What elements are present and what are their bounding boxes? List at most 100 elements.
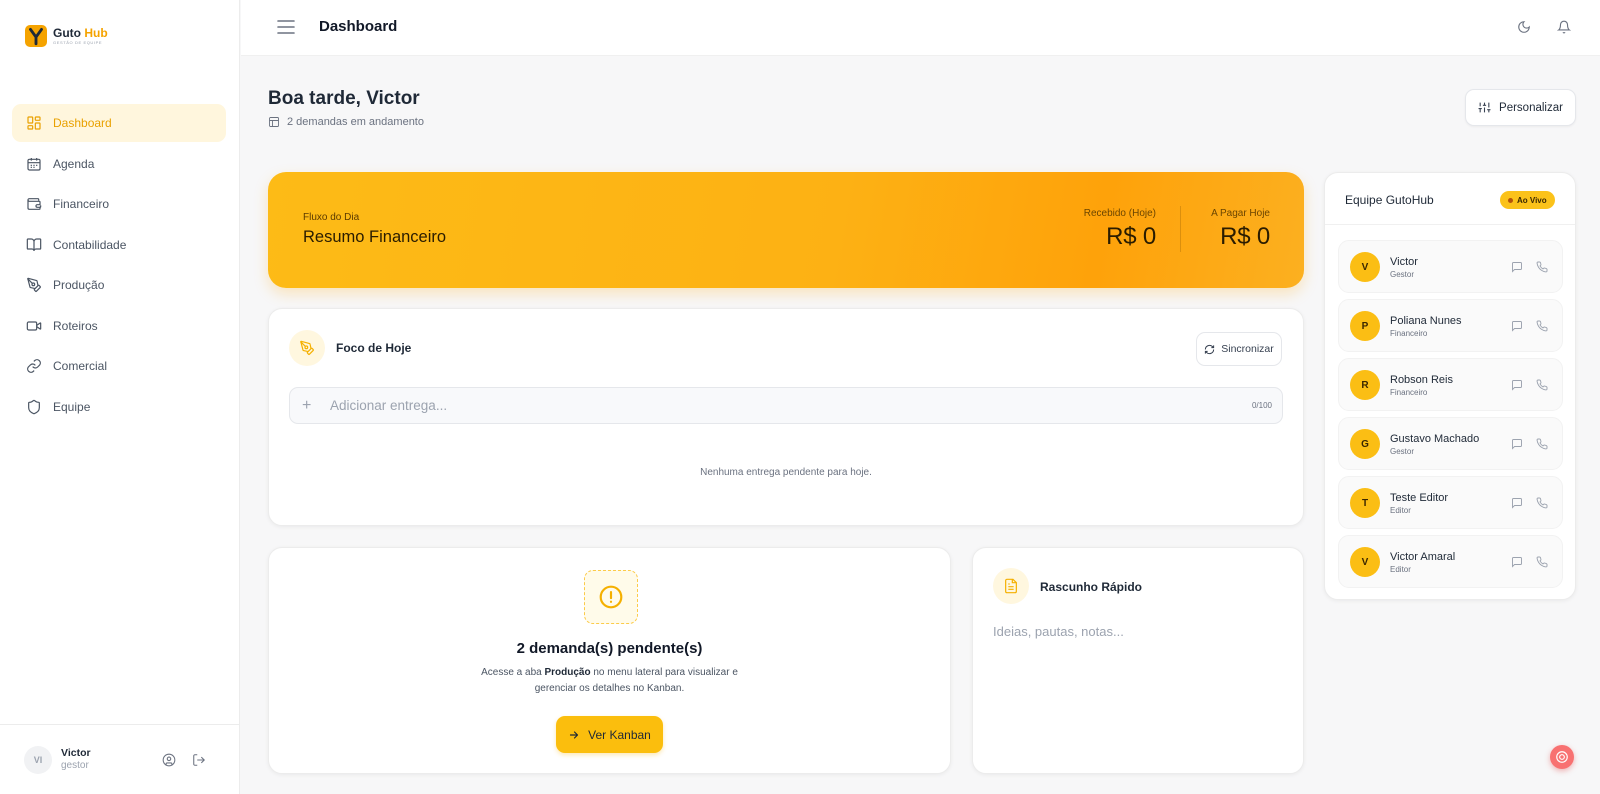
pending-text-bold: Produção	[544, 667, 591, 678]
calendar-icon	[26, 156, 42, 172]
plus-icon: +	[302, 396, 312, 414]
member-name: Gustavo Machado	[1390, 433, 1480, 445]
draft-title: Rascunho Rápido	[1040, 580, 1143, 594]
sidebar-nav: Dashboard Agenda Financeiro Contabilidad…	[12, 104, 226, 428]
member-role: Gestor	[1390, 447, 1415, 456]
stat-divider	[1180, 206, 1181, 252]
sidebar: Guto Hub GESTÃO DE EQUIPE Dashboard Agen…	[0, 0, 240, 794]
message-icon[interactable]	[1511, 379, 1523, 391]
phone-icon[interactable]	[1536, 320, 1548, 332]
customize-button-label: Personalizar	[1499, 101, 1563, 114]
char-counter: 0/100	[1251, 401, 1272, 410]
live-badge-label: Ao Vivo	[1517, 195, 1547, 205]
phone-icon[interactable]	[1536, 497, 1548, 509]
layout-icon	[268, 116, 280, 128]
brand-name: Guto Hub	[53, 26, 108, 40]
team-member[interactable]: T Teste Editor Editor	[1338, 476, 1563, 529]
quick-draft-card: Rascunho Rápido	[972, 547, 1304, 774]
sidebar-item-roteiros[interactable]: Roteiros	[12, 307, 226, 345]
view-kanban-label: Ver Kanban	[588, 727, 651, 742]
refresh-icon	[1204, 344, 1215, 355]
help-float-button[interactable]	[1550, 745, 1574, 769]
pending-text-before: Acesse a aba	[481, 667, 545, 678]
message-icon[interactable]	[1511, 320, 1523, 332]
greeting-title: Boa tarde, Victor	[268, 88, 420, 109]
avatar: G	[1350, 429, 1380, 459]
payable-today-stat: A Pagar Hoje R$ 0	[1211, 208, 1270, 251]
user-panel: VI Victor gestor	[0, 724, 240, 794]
brand-logo[interactable]: Guto Hub GESTÃO DE EQUIPE	[25, 25, 108, 47]
pending-title: 2 demanda(s) pendente(s)	[516, 640, 703, 657]
customize-button[interactable]: Personalizar	[1465, 89, 1576, 126]
avatar: V	[1350, 547, 1380, 577]
sidebar-item-dashboard[interactable]: Dashboard	[12, 104, 226, 142]
greeting-subtitle-text: 2 demandas em andamento	[287, 116, 424, 128]
team-member[interactable]: G Gustavo Machado Gestor	[1338, 417, 1563, 470]
video-icon	[26, 318, 42, 334]
received-today-stat: Recebido (Hoje) R$ 0	[1084, 208, 1156, 251]
book-icon	[26, 237, 42, 253]
avatar[interactable]: VI	[24, 745, 52, 774]
sidebar-item-agenda[interactable]: Agenda	[12, 145, 226, 183]
sidebar-item-label: Dashboard	[53, 116, 112, 130]
profile-icon[interactable]	[162, 753, 176, 767]
financial-kicker: Fluxo do Dia	[303, 212, 360, 223]
pen-tool-icon	[26, 277, 42, 293]
member-role: Gestor	[1390, 270, 1415, 279]
team-member[interactable]: V Victor Amaral Editor	[1338, 535, 1563, 588]
dashboard-icon	[26, 115, 42, 131]
sync-button[interactable]: Sincronizar	[1196, 332, 1282, 366]
payable-value: R$ 0	[1220, 223, 1270, 250]
wallet-icon	[26, 196, 42, 212]
member-role: Editor	[1390, 565, 1411, 574]
sidebar-item-contabilidade[interactable]: Contabilidade	[12, 226, 226, 264]
phone-icon[interactable]	[1536, 379, 1548, 391]
message-icon[interactable]	[1511, 261, 1523, 273]
add-delivery-field: + 0/100	[289, 387, 1283, 424]
message-icon[interactable]	[1511, 497, 1523, 509]
sidebar-item-label: Comercial	[53, 359, 108, 373]
pending-description: Acesse a aba Produção no menu lateral pa…	[269, 665, 950, 697]
menu-icon[interactable]	[277, 19, 295, 35]
financial-title: Resumo Financeiro	[303, 228, 447, 246]
logout-icon[interactable]	[192, 753, 206, 767]
view-kanban-button[interactable]: Ver Kanban	[556, 716, 663, 753]
today-focus-card: Foco de Hoje Sincronizar + 0/100 Nenhuma…	[268, 308, 1304, 526]
member-role: Financeiro	[1390, 329, 1428, 338]
link-icon	[26, 358, 42, 374]
shield-icon	[26, 399, 42, 415]
member-name: Victor Amaral	[1390, 551, 1456, 563]
sidebar-item-producao[interactable]: Produção	[12, 266, 226, 304]
member-name: Poliana Nunes	[1390, 315, 1462, 327]
pending-demands-card: 2 demanda(s) pendente(s) Acesse a aba Pr…	[268, 547, 951, 774]
member-role: Editor	[1390, 506, 1411, 515]
bell-icon[interactable]	[1557, 20, 1571, 34]
team-member[interactable]: V Victor Gestor	[1338, 240, 1563, 293]
sidebar-item-label: Roteiros	[53, 318, 98, 333]
phone-icon[interactable]	[1536, 556, 1548, 568]
sidebar-item-financeiro[interactable]: Financeiro	[12, 185, 226, 223]
avatar: V	[1350, 252, 1380, 282]
sliders-icon	[1478, 101, 1491, 114]
greeting-subtitle: 2 demandas em andamento	[268, 116, 424, 128]
team-member[interactable]: R Robson Reis Financeiro	[1338, 358, 1563, 411]
sidebar-item-equipe[interactable]: Equipe	[12, 388, 226, 426]
add-delivery-input[interactable]	[330, 398, 1210, 413]
live-badge: Ao Vivo	[1500, 191, 1555, 209]
phone-icon[interactable]	[1536, 261, 1548, 273]
message-icon[interactable]	[1511, 556, 1523, 568]
user-name: Victor	[61, 747, 91, 760]
member-name: Robson Reis	[1390, 374, 1453, 386]
sidebar-item-comercial[interactable]: Comercial	[12, 347, 226, 385]
sidebar-item-label: Contabilidade	[53, 237, 127, 252]
moon-icon[interactable]	[1517, 20, 1531, 34]
team-member[interactable]: P Poliana Nunes Financeiro	[1338, 299, 1563, 352]
avatar: P	[1350, 311, 1380, 341]
empty-deliveries-message: Nenhuma entrega pendente para hoje.	[700, 467, 872, 478]
phone-icon[interactable]	[1536, 438, 1548, 450]
pen-tool-icon	[289, 330, 325, 366]
message-icon[interactable]	[1511, 438, 1523, 450]
draft-textarea[interactable]	[993, 624, 1283, 754]
focus-title: Foco de Hoje	[336, 341, 412, 355]
logo-icon	[25, 25, 47, 47]
